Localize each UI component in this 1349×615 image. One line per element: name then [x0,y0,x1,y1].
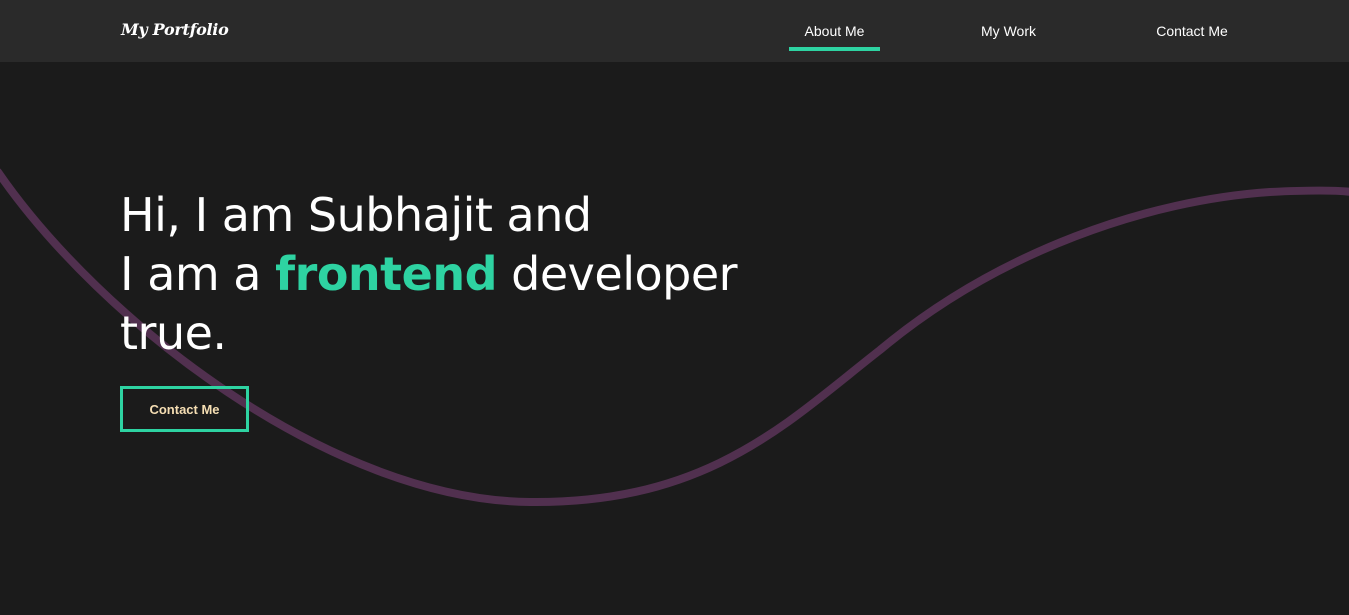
hero-line-2-prefix: I am a [120,247,276,301]
hero-line-2-suffix: developer [497,247,738,301]
hero-line-2: I am a frontend developer [120,245,738,304]
hero-line-1: Hi, I am Subhajit and [120,188,592,242]
nav-contact-me-label: Contact Me [1156,22,1228,39]
active-nav-indicator [789,47,880,51]
navbar: My Portfolio About Me My Work Contact Me [0,0,1349,62]
contact-me-button[interactable]: Contact Me [120,386,249,432]
hero-highlight-word: frontend [275,247,498,301]
hero-heading: Hi, I am Subhajit and I am a frontend de… [120,186,738,363]
nav-about-me-label: About Me [804,22,865,39]
nav-contact-me[interactable]: Contact Me [1146,0,1238,62]
nav-about-me[interactable]: About Me [789,0,880,62]
nav-my-work[interactable]: My Work [963,0,1054,62]
nav-my-work-label: My Work [981,22,1036,39]
hero-line-3: true. [120,306,227,360]
logo[interactable]: My Portfolio [121,19,229,41]
